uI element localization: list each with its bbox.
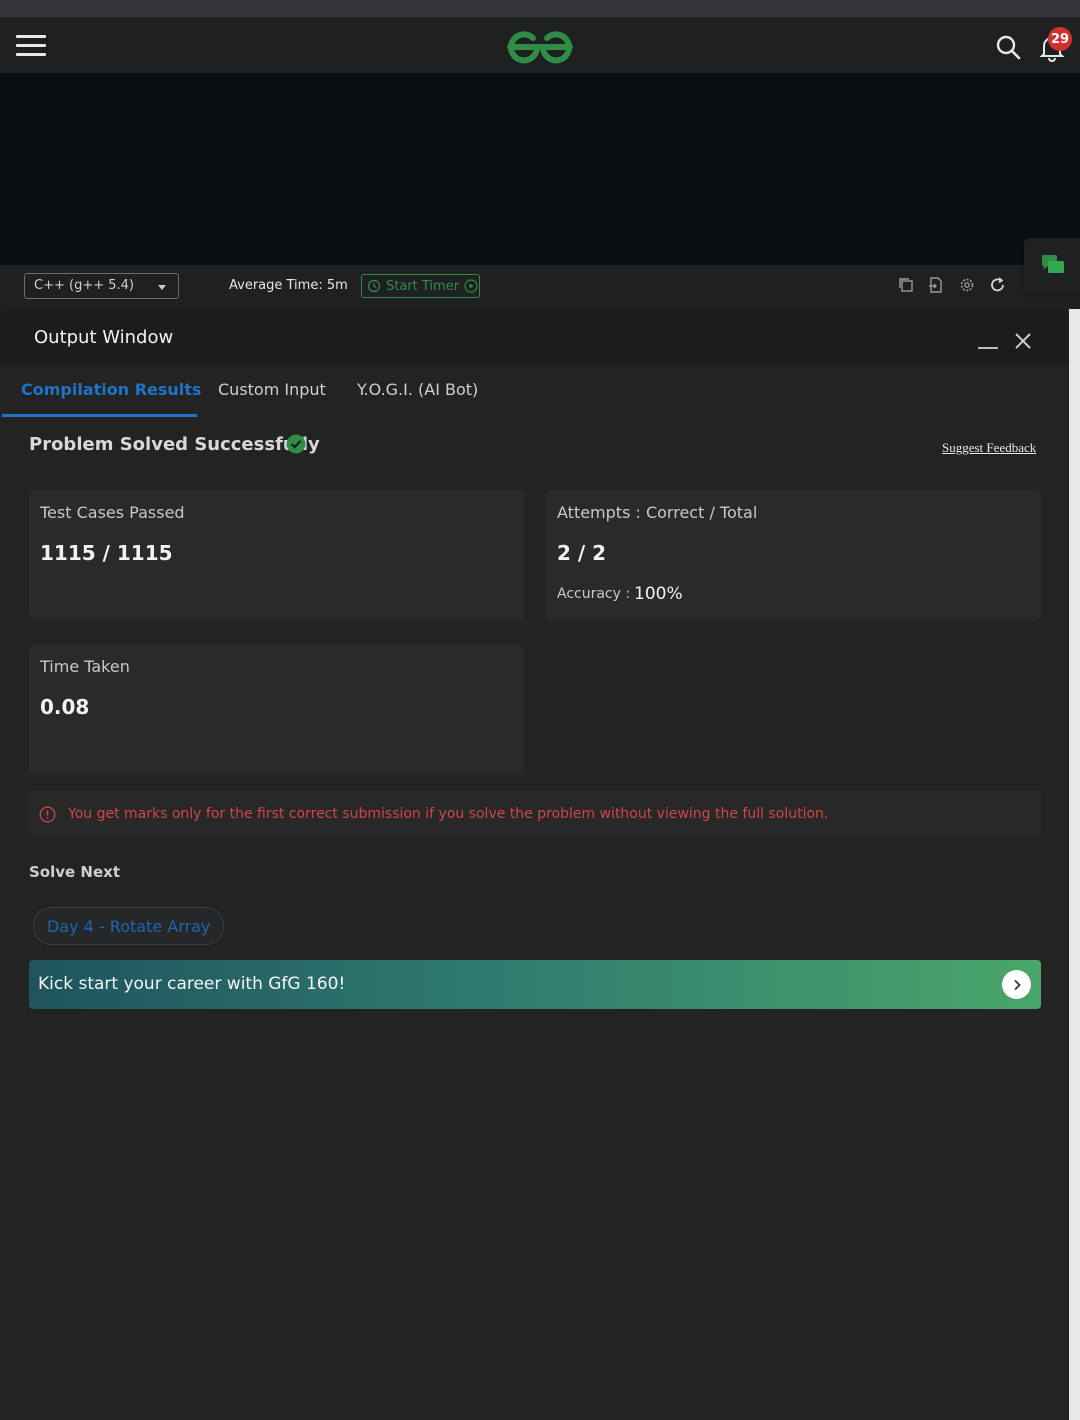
clock-icon (367, 279, 381, 293)
banner-text: Kick start your career with GfG 160! (38, 974, 346, 994)
play-icon (464, 279, 478, 293)
chevron-right-icon[interactable] (1002, 970, 1031, 999)
chevron-down-icon (158, 285, 166, 290)
output-window: Output Window Compilation Results Custom… (0, 309, 1069, 1420)
minimize-icon[interactable] (978, 347, 998, 349)
scrollbar[interactable] (1069, 309, 1080, 1420)
language-select-value: C++ (g++ 5.4) (34, 278, 134, 293)
test-cases-label: Test Cases Passed (40, 503, 185, 522)
close-icon[interactable] (1013, 331, 1033, 351)
editor-toolbar: C++ (g++ 5.4) Average Time: 5m Start Tim… (0, 265, 1080, 309)
hamburger-menu-icon[interactable] (16, 35, 46, 57)
active-tab-indicator (2, 414, 197, 417)
time-taken-card: Time Taken 0.08 (29, 644, 524, 775)
reset-icon[interactable] (989, 276, 1007, 294)
chat-button[interactable] (1024, 238, 1080, 294)
suggest-feedback-link[interactable]: Suggest Feedback (942, 440, 1036, 456)
start-timer-button[interactable]: Start Timer (361, 274, 480, 298)
gfg160-banner[interactable]: Kick start your career with GfG 160! (29, 960, 1041, 1009)
time-taken-label: Time Taken (40, 657, 130, 676)
tab-custom-input[interactable]: Custom Input (218, 380, 326, 399)
alert-circle-icon (39, 806, 56, 823)
average-time-label: Average Time: 5m (229, 278, 348, 293)
status-title: Problem Solved Successfully (29, 434, 320, 455)
test-cases-card: Test Cases Passed 1115 / 1115 (29, 490, 524, 621)
top-navigation-bar: 29 (0, 17, 1080, 73)
attempts-value: 2 / 2 (557, 541, 607, 565)
output-window-header: Output Window (0, 309, 1069, 365)
marks-warning-text: You get marks only for the first correct… (68, 806, 829, 822)
attempts-card: Attempts : Correct / Total 2 / 2 Accurac… (546, 490, 1041, 621)
system-status-bar (0, 0, 1080, 17)
check-circle-icon (286, 434, 306, 454)
chat-bubbles-icon (1042, 255, 1064, 273)
marks-warning-box: You get marks only for the first correct… (29, 790, 1041, 837)
start-timer-label: Start Timer (386, 278, 460, 294)
output-window-title: Output Window (34, 327, 174, 348)
search-icon[interactable] (994, 33, 1022, 61)
test-cases-value: 1115 / 1115 (40, 541, 173, 565)
time-taken-value: 0.08 (40, 695, 90, 719)
attempts-label: Attempts : Correct / Total (557, 503, 758, 522)
gfg-logo[interactable] (504, 25, 576, 67)
code-editor-area[interactable] (0, 73, 1080, 265)
solve-next-heading: Solve Next (29, 863, 120, 881)
notification-count-badge: 29 (1048, 27, 1073, 51)
import-file-icon[interactable] (927, 276, 945, 294)
next-problem-chip[interactable]: Day 4 - Rotate Array (33, 907, 225, 945)
accuracy-label: Accuracy : (557, 586, 631, 602)
tab-yogi-ai-bot[interactable]: Y.O.G.I. (AI Bot) (357, 380, 478, 399)
language-select[interactable]: C++ (g++ 5.4) (24, 273, 179, 299)
tab-compilation-results[interactable]: Compilation Results (21, 380, 201, 399)
settings-gear-icon[interactable] (958, 276, 976, 294)
copy-icon[interactable] (897, 276, 915, 294)
accuracy-value: 100% (634, 584, 683, 604)
output-tabs: Compilation Results Custom Input Y.O.G.I… (0, 365, 1069, 417)
